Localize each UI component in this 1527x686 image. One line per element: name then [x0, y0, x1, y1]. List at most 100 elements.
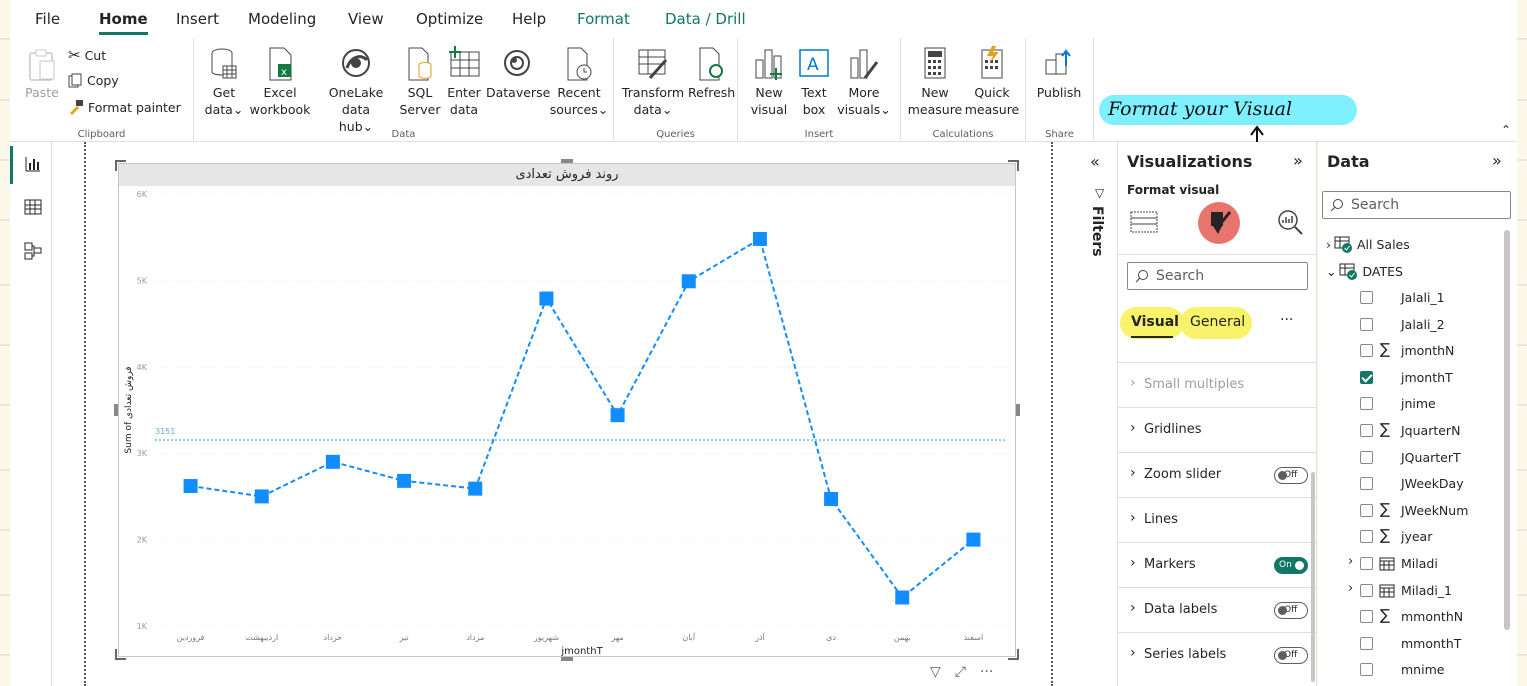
section-label: Series labels	[1144, 647, 1227, 662]
data-search-input[interactable]: Search	[1322, 191, 1511, 219]
analytics-icon[interactable]	[1276, 208, 1304, 236]
tab-general[interactable]: General	[1190, 314, 1245, 330]
expand-filters-icon[interactable]: «	[1090, 152, 1100, 171]
collapse-visualizations-icon[interactable]: »	[1293, 151, 1303, 170]
filters-pane-collapsed[interactable]: « ▽ Filters	[1086, 142, 1118, 686]
field-checkbox[interactable]	[1360, 636, 1373, 650]
field-item[interactable]: Jalali_2	[1318, 311, 1517, 338]
more-options-button[interactable]: ···	[1280, 312, 1293, 328]
section-data-labels[interactable]: › Data labels Off	[1118, 587, 1317, 632]
refresh-button[interactable]: Refresh	[688, 46, 735, 101]
collapse-data-icon[interactable]: »	[1492, 151, 1502, 170]
series-labels-toggle[interactable]: Off	[1274, 647, 1308, 664]
field-checkbox[interactable]	[1360, 477, 1373, 491]
copy-button[interactable]: Copy	[68, 73, 119, 88]
tab-format[interactable]: Format	[577, 10, 630, 28]
table-view-icon[interactable]	[24, 198, 42, 216]
tab-view[interactable]: View	[348, 10, 384, 28]
tab-insert[interactable]: Insert	[176, 10, 219, 28]
new-measure-button[interactable]: New measure	[907, 46, 963, 118]
field-item[interactable]: JWeekDay	[1318, 470, 1517, 497]
markers-toggle[interactable]: On	[1274, 557, 1308, 574]
data-scrollbar[interactable]	[1504, 230, 1510, 630]
table-dates[interactable]: ⌄ DATES	[1326, 262, 1403, 280]
publish-button[interactable]: Publish	[1034, 46, 1084, 101]
excel-workbook-button[interactable]: x Excel workbook	[248, 46, 312, 118]
tab-home[interactable]: Home	[99, 10, 148, 35]
tab-visual[interactable]: Visual	[1131, 314, 1179, 330]
section-series-labels[interactable]: › Series labels Off	[1118, 632, 1317, 677]
format-painter-button[interactable]: Format painter	[68, 99, 181, 115]
visualizations-scrollbar[interactable]	[1311, 472, 1315, 682]
field-item[interactable]: JQuarterT	[1318, 444, 1517, 471]
model-view-icon[interactable]	[24, 242, 42, 260]
field-checkbox[interactable]	[1360, 663, 1373, 677]
field-checkbox[interactable]	[1360, 450, 1373, 464]
section-lines[interactable]: › Lines	[1118, 497, 1317, 542]
field-checkbox[interactable]	[1360, 610, 1373, 624]
report-view-icon[interactable]	[24, 155, 42, 173]
annotation-text: Format your Visual	[1108, 98, 1293, 120]
onelake-data-hub-button[interactable]: OneLake data hub⌄	[314, 46, 398, 135]
more-options-icon[interactable]: ···	[980, 664, 993, 680]
collapse-ribbon-icon[interactable]: ⌃	[1501, 123, 1511, 137]
tab-optimize[interactable]: Optimize	[416, 10, 483, 28]
visual-selection-handles[interactable]	[114, 159, 1020, 661]
tab-file[interactable]: File	[35, 10, 60, 28]
dataverse-button[interactable]: Dataverse	[486, 46, 550, 101]
enter-data-label-2: data	[449, 102, 479, 117]
paste-button[interactable]: Paste	[22, 48, 62, 101]
table-all-sales[interactable]: › All Sales	[1326, 235, 1410, 253]
transform-data-button[interactable]: Transform data⌄	[618, 46, 688, 118]
quick-measure-button[interactable]: Quick measure	[963, 46, 1021, 118]
field-item[interactable]: ∑ jmonthN	[1318, 337, 1517, 364]
field-item[interactable]: mmonthT	[1318, 630, 1517, 657]
field-checkbox[interactable]	[1360, 317, 1373, 331]
field-checkbox[interactable]	[1360, 557, 1373, 570]
field-checkbox[interactable]	[1360, 291, 1373, 304]
tab-help[interactable]: Help	[512, 10, 546, 28]
insert-group-label: Insert	[804, 129, 834, 140]
focus-mode-icon[interactable]: ⤢	[955, 664, 966, 680]
section-gridlines[interactable]: › Gridlines	[1118, 407, 1317, 452]
section-small-multiples[interactable]: › Small multiples	[1118, 362, 1317, 407]
field-item[interactable]: ∑ mmonthN	[1318, 603, 1517, 630]
field-checkbox[interactable]	[1360, 424, 1373, 437]
chevron-right-icon: ›	[1130, 420, 1136, 436]
cut-button[interactable]: ✂ Cut	[68, 46, 106, 64]
field-item[interactable]: › Miladi_1	[1318, 577, 1517, 604]
field-item[interactable]: jmonthT	[1318, 364, 1517, 391]
get-data-button[interactable]: Get data⌄	[202, 46, 246, 118]
field-checkbox[interactable]	[1360, 530, 1373, 544]
recent-label-2: sources	[549, 102, 598, 117]
section-markers[interactable]: › Markers On	[1118, 542, 1317, 587]
sql-server-button[interactable]: SQL Server	[398, 46, 442, 118]
field-checkbox[interactable]	[1360, 583, 1373, 597]
text-box-button[interactable]: A Text box	[794, 46, 834, 118]
filter-icon[interactable]: ▽	[930, 664, 941, 680]
field-item[interactable]: Jalali_1	[1318, 284, 1517, 311]
recent-sources-button[interactable]: Recent sources⌄	[548, 46, 610, 118]
build-visual-icon[interactable]	[1130, 208, 1158, 236]
new-visual-button[interactable]: New visual	[746, 46, 792, 118]
field-item[interactable]: ∑ JWeekNum	[1318, 497, 1517, 524]
field-item[interactable]: › Miladi	[1318, 550, 1517, 577]
field-checkbox[interactable]	[1360, 503, 1373, 517]
field-item[interactable]: jnime	[1318, 390, 1517, 417]
field-item[interactable]: ∑ JquarterN	[1318, 417, 1517, 444]
enter-data-button[interactable]: Enter data	[442, 46, 486, 118]
sql-label-2: Server	[399, 102, 441, 117]
zoom-slider-toggle[interactable]: Off	[1274, 467, 1308, 484]
field-checkbox[interactable]	[1360, 397, 1373, 411]
tab-modeling[interactable]: Modeling	[248, 10, 316, 28]
field-item[interactable]: ∑ jyear	[1318, 523, 1517, 550]
field-checkbox[interactable]	[1360, 344, 1373, 358]
more-visuals-button[interactable]: More visuals⌄	[836, 46, 892, 118]
section-zoom-slider[interactable]: › Zoom slider Off	[1118, 452, 1317, 497]
format-search-input[interactable]: Search	[1127, 262, 1308, 290]
tab-data-drill[interactable]: Data / Drill	[665, 10, 746, 28]
calculations-group: New measure Quick measure Calculations	[901, 38, 1026, 142]
field-checkbox[interactable]	[1360, 370, 1373, 384]
field-item[interactable]: mnime	[1318, 656, 1517, 683]
data-labels-toggle[interactable]: Off	[1274, 602, 1308, 619]
